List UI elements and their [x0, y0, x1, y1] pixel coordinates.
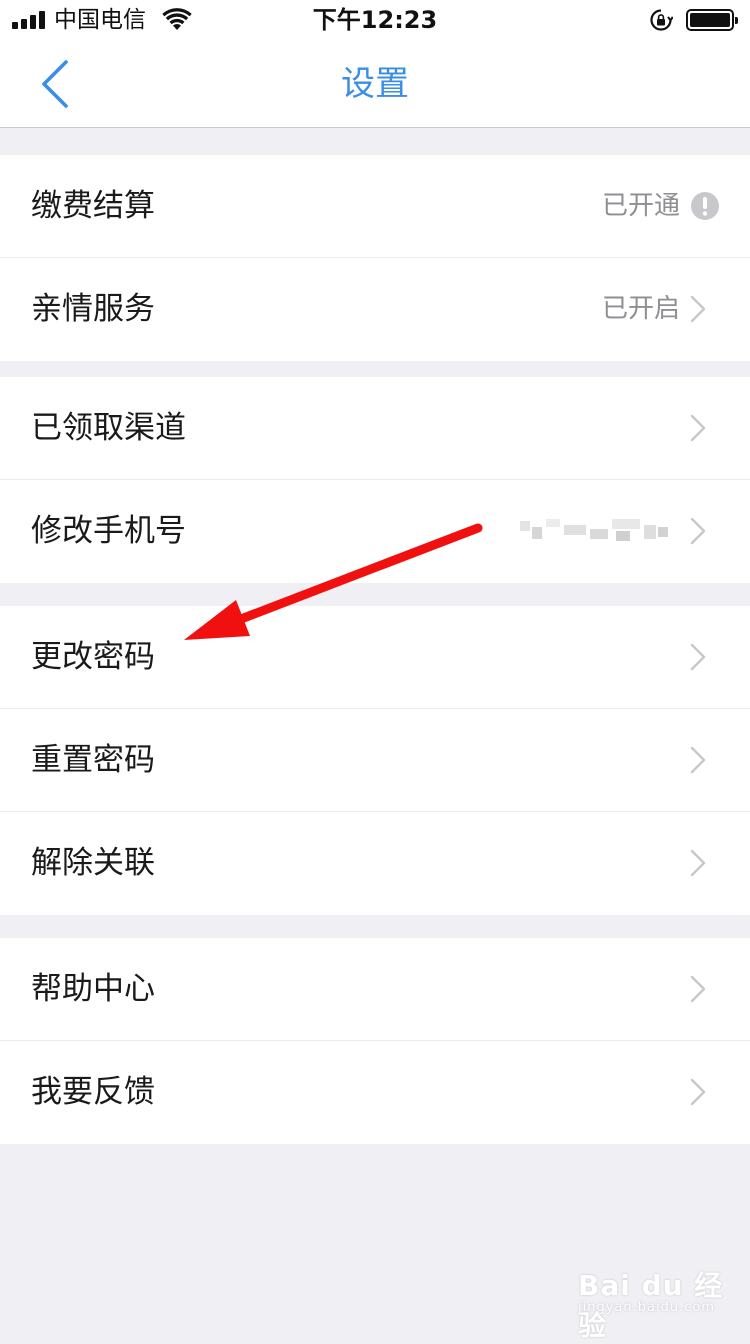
alert-icon[interactable] — [690, 191, 720, 221]
status-time: 下午12:23 — [312, 6, 438, 34]
row-label: 修改手机号 — [31, 513, 186, 549]
settings-row-feedback[interactable]: 我要反馈 — [0, 1041, 750, 1144]
row-label: 更改密码 — [31, 639, 155, 675]
settings-row-claimed-channels[interactable]: 已领取渠道 — [0, 377, 750, 480]
chevron-right-icon — [690, 295, 706, 323]
settings-group-password: 更改密码 重置密码 解除关联 — [0, 606, 750, 915]
watermark: Bai du 经验 jingyan.baidu.com — [578, 1250, 738, 1342]
settings-row-payment[interactable]: 缴费结算 已开通 — [0, 155, 750, 258]
row-label: 解除关联 — [31, 845, 155, 881]
row-label: 重置密码 — [31, 742, 155, 778]
row-label: 缴费结算 — [31, 188, 155, 224]
watermark-url: jingyan.baidu.com — [578, 1300, 715, 1315]
chevron-right-icon — [690, 746, 706, 774]
row-label: 已领取渠道 — [31, 410, 186, 446]
row-label: 我要反馈 — [31, 1074, 155, 1110]
settings-row-change-phone[interactable]: 修改手机号 — [0, 480, 750, 583]
chevron-right-icon — [690, 643, 706, 671]
status-bar: 中国电信 下午12:23 — [0, 0, 750, 40]
chevron-right-icon — [690, 414, 706, 442]
settings-row-reset-password[interactable]: 重置密码 — [0, 709, 750, 812]
settings-row-unlink[interactable]: 解除关联 — [0, 812, 750, 915]
settings-row-family-service[interactable]: 亲情服务 已开启 — [0, 258, 750, 361]
settings-group-account: 已领取渠道 修改手机号 — [0, 377, 750, 583]
settings-row-change-password[interactable]: 更改密码 — [0, 606, 750, 709]
orientation-lock-icon — [650, 9, 673, 31]
chevron-right-icon — [690, 517, 706, 545]
settings-group-support: 帮助中心 我要反馈 — [0, 938, 750, 1144]
settings-row-help-center[interactable]: 帮助中心 — [0, 938, 750, 1041]
row-status: 已开启 — [601, 294, 680, 324]
battery-icon — [686, 9, 738, 31]
page-title: 设置 — [341, 64, 409, 104]
settings-group-billing: 缴费结算 已开通 亲情服务 已开启 — [0, 155, 750, 361]
row-label: 帮助中心 — [31, 971, 155, 1007]
redacted-phone-number — [520, 519, 668, 541]
chevron-right-icon — [690, 849, 706, 877]
row-label: 亲情服务 — [31, 291, 155, 327]
navigation-bar: 设置 — [0, 40, 750, 128]
chevron-right-icon — [690, 1078, 706, 1106]
row-status: 已开通 — [601, 191, 680, 221]
chevron-right-icon — [690, 975, 706, 1003]
